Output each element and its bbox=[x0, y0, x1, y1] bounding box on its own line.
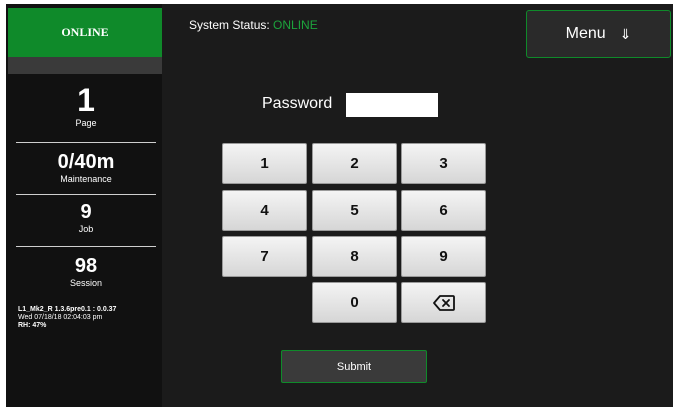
key-0[interactable]: 0 bbox=[312, 282, 397, 323]
double-arrow-down-icon: ⇓ bbox=[619, 25, 632, 42]
page-stat: 1 Page bbox=[16, 84, 156, 128]
password-label: Password bbox=[262, 95, 333, 112]
divider bbox=[16, 194, 156, 195]
job-stat: 9 Job bbox=[16, 202, 156, 234]
datetime-text: Wed 07/18/18 02:04:03 pm bbox=[18, 314, 103, 321]
session-value: 98 bbox=[74, 255, 98, 277]
job-label: Job bbox=[78, 224, 94, 234]
key-9[interactable]: 9 bbox=[401, 236, 486, 277]
maintenance-label: Maintenance bbox=[60, 174, 112, 184]
humidity-text: RH: 47% bbox=[18, 322, 47, 329]
maintenance-stat: 0/40m Maintenance bbox=[16, 152, 156, 184]
key-5[interactable]: 5 bbox=[312, 190, 397, 231]
menu-button[interactable]: Menu ⇓ bbox=[526, 10, 671, 58]
system-status: System Status: ONLINE bbox=[189, 18, 318, 32]
key-7[interactable]: 7 bbox=[222, 236, 307, 277]
connection-status-badge: ONLINE bbox=[8, 8, 162, 57]
session-label: Session bbox=[69, 278, 103, 288]
key-4[interactable]: 4 bbox=[222, 190, 307, 231]
submit-button[interactable]: Submit bbox=[281, 350, 427, 383]
password-input[interactable] bbox=[346, 93, 438, 117]
page-value: 1 bbox=[77, 82, 95, 118]
maintenance-value: 0/40m bbox=[57, 151, 115, 173]
key-8[interactable]: 8 bbox=[312, 236, 397, 277]
connection-status-text: ONLINE bbox=[61, 25, 109, 39]
sidebar: ONLINE 1 Page 0/40m Maintenance 9 Job 98… bbox=[6, 4, 162, 407]
key-6[interactable]: 6 bbox=[401, 190, 486, 231]
page-label: Page bbox=[75, 118, 97, 128]
key-2[interactable]: 2 bbox=[312, 143, 397, 184]
app-window: ONLINE 1 Page 0/40m Maintenance 9 Job 98… bbox=[6, 4, 673, 407]
menu-label: Menu bbox=[565, 25, 606, 42]
divider bbox=[16, 246, 156, 247]
backspace-button[interactable] bbox=[401, 282, 486, 323]
backspace-icon bbox=[432, 294, 455, 311]
system-status-label: System Status: bbox=[189, 18, 270, 32]
status-strip bbox=[8, 57, 162, 74]
session-stat: 98 Session bbox=[16, 256, 156, 288]
key-3[interactable]: 3 bbox=[401, 143, 486, 184]
divider bbox=[16, 142, 156, 143]
version-text: L1_Mk2_R 1.3.6pre0.1 : 0.0.37 bbox=[18, 306, 117, 313]
system-info: L1_Mk2_R 1.3.6pre0.1 : 0.0.37 Wed 07/18/… bbox=[18, 306, 158, 330]
job-value: 9 bbox=[80, 201, 92, 223]
system-status-value: ONLINE bbox=[273, 18, 318, 32]
key-1[interactable]: 1 bbox=[222, 143, 307, 184]
